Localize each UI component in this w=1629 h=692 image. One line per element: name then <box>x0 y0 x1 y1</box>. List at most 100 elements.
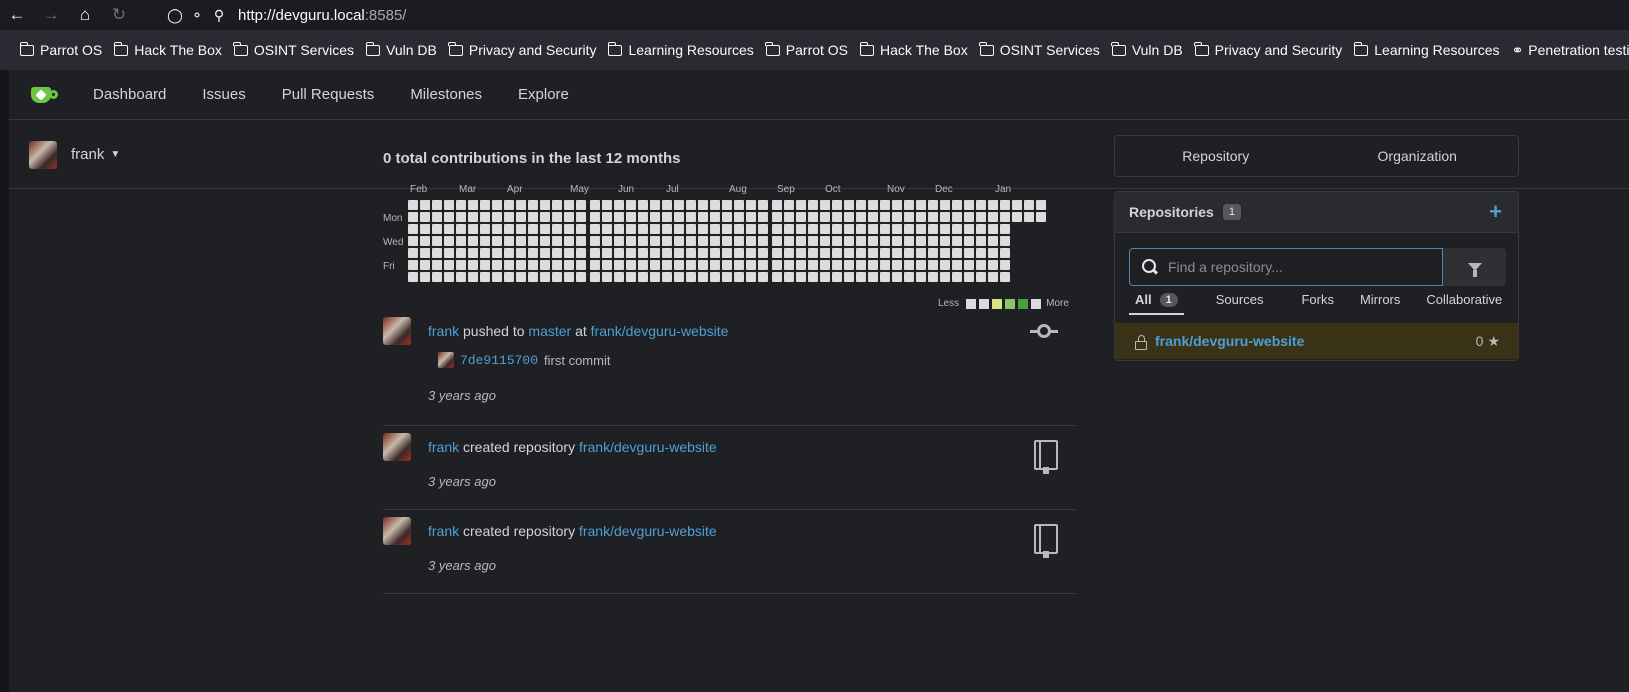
heatmap-cell[interactable] <box>1000 272 1010 282</box>
heatmap-cell[interactable] <box>832 212 842 222</box>
heatmap-cell[interactable] <box>710 224 720 234</box>
heatmap-cell[interactable] <box>976 248 986 258</box>
heatmap-cell[interactable] <box>564 224 574 234</box>
reload-button[interactable]: ↻ <box>102 0 136 30</box>
heatmap-cell[interactable] <box>432 224 442 234</box>
heatmap-cell[interactable] <box>808 260 818 270</box>
nav-explore[interactable]: Explore <box>518 86 569 103</box>
heatmap-cell[interactable] <box>516 212 526 222</box>
heatmap-cell[interactable] <box>686 272 696 282</box>
heatmap-cell[interactable] <box>746 224 756 234</box>
heatmap-cell[interactable] <box>880 248 890 258</box>
heatmap-cell[interactable] <box>988 236 998 246</box>
heatmap-cell[interactable] <box>626 200 636 210</box>
heatmap-cell[interactable] <box>614 272 624 282</box>
heatmap-cell[interactable] <box>576 272 586 282</box>
heatmap-cell[interactable] <box>674 200 684 210</box>
heatmap-cell[interactable] <box>880 260 890 270</box>
heatmap-cell[interactable] <box>698 236 708 246</box>
heatmap-cell[interactable] <box>976 236 986 246</box>
avatar[interactable] <box>383 517 411 545</box>
heatmap-cell[interactable] <box>602 248 612 258</box>
heatmap-cell[interactable] <box>1036 212 1046 222</box>
heatmap-cell[interactable] <box>988 248 998 258</box>
heatmap-cell[interactable] <box>468 248 478 258</box>
heatmap-cell[interactable] <box>820 200 830 210</box>
heatmap-cell[interactable] <box>614 212 624 222</box>
heatmap-cell[interactable] <box>844 260 854 270</box>
url-text[interactable]: http://devguru.local:8585/ <box>238 7 406 24</box>
repo-link[interactable]: frank/devguru-website <box>591 323 729 339</box>
heatmap-cell[interactable] <box>626 260 636 270</box>
heatmap-cell[interactable] <box>650 236 660 246</box>
heatmap-cell[interactable] <box>856 260 866 270</box>
heatmap-cell[interactable] <box>940 212 950 222</box>
heatmap-cell[interactable] <box>892 248 902 258</box>
heatmap-cell[interactable] <box>674 212 684 222</box>
heatmap-cell[interactable] <box>784 200 794 210</box>
heatmap-cell[interactable] <box>602 272 612 282</box>
heatmap-cell[interactable] <box>784 260 794 270</box>
heatmap-cell[interactable] <box>758 212 768 222</box>
caret-down-icon[interactable]: ▼ <box>110 149 120 160</box>
heatmap-cell[interactable] <box>880 200 890 210</box>
insecure-lock-icon[interactable]: ⚬ <box>186 0 208 30</box>
heatmap-cell[interactable] <box>928 260 938 270</box>
heatmap-cell[interactable] <box>528 236 538 246</box>
heatmap-cell[interactable] <box>964 212 974 222</box>
heatmap-cell[interactable] <box>868 248 878 258</box>
heatmap-cell[interactable] <box>516 236 526 246</box>
tab-organization[interactable]: Organization <box>1317 136 1519 176</box>
heatmap-cell[interactable] <box>626 236 636 246</box>
heatmap-cell[interactable] <box>916 272 926 282</box>
heatmap-cell[interactable] <box>808 212 818 222</box>
feed-user-link[interactable]: frank <box>428 323 459 339</box>
heatmap-cell[interactable] <box>808 236 818 246</box>
heatmap-cell[interactable] <box>576 236 586 246</box>
heatmap-cell[interactable] <box>480 212 490 222</box>
heatmap-cell[interactable] <box>916 212 926 222</box>
context-user-name[interactable]: frank <box>71 146 104 163</box>
heatmap-cell[interactable] <box>710 248 720 258</box>
heatmap-cell[interactable] <box>698 212 708 222</box>
heatmap-cell[interactable] <box>602 236 612 246</box>
heatmap-cell[interactable] <box>638 260 648 270</box>
heatmap-cell[interactable] <box>456 236 466 246</box>
heatmap-cell[interactable] <box>856 248 866 258</box>
heatmap-cell[interactable] <box>540 236 550 246</box>
heatmap-cell[interactable] <box>916 248 926 258</box>
heatmap-cell[interactable] <box>928 272 938 282</box>
heatmap-cell[interactable] <box>940 272 950 282</box>
heatmap-cell[interactable] <box>492 212 502 222</box>
heatmap-cell[interactable] <box>698 248 708 258</box>
heatmap-cell[interactable] <box>772 200 782 210</box>
heatmap-cell[interactable] <box>492 260 502 270</box>
heatmap-cell[interactable] <box>940 236 950 246</box>
heatmap-cell[interactable] <box>710 212 720 222</box>
heatmap-cell[interactable] <box>638 272 648 282</box>
heatmap-cell[interactable] <box>904 248 914 258</box>
forward-button[interactable]: → <box>34 0 68 30</box>
heatmap-cell[interactable] <box>988 200 998 210</box>
heatmap-cell[interactable] <box>614 248 624 258</box>
heatmap-cell[interactable] <box>808 200 818 210</box>
heatmap-cell[interactable] <box>590 272 600 282</box>
heatmap-cell[interactable] <box>638 224 648 234</box>
heatmap-cell[interactable] <box>492 200 502 210</box>
heatmap-cell[interactable] <box>432 200 442 210</box>
heatmap-cell[interactable] <box>432 272 442 282</box>
heatmap-cell[interactable] <box>602 212 612 222</box>
heatmap-cell[interactable] <box>662 260 672 270</box>
heatmap-cell[interactable] <box>456 248 466 258</box>
heatmap-cell[interactable] <box>868 272 878 282</box>
heatmap-cell[interactable] <box>928 200 938 210</box>
heatmap-cell[interactable] <box>626 248 636 258</box>
heatmap-cell[interactable] <box>552 212 562 222</box>
heatmap-cell[interactable] <box>564 272 574 282</box>
heatmap-cell[interactable] <box>796 236 806 246</box>
heatmap-cell[interactable] <box>940 248 950 258</box>
heatmap-cell[interactable] <box>772 248 782 258</box>
heatmap-cell[interactable] <box>540 260 550 270</box>
heatmap-cell[interactable] <box>540 224 550 234</box>
heatmap-cell[interactable] <box>904 236 914 246</box>
